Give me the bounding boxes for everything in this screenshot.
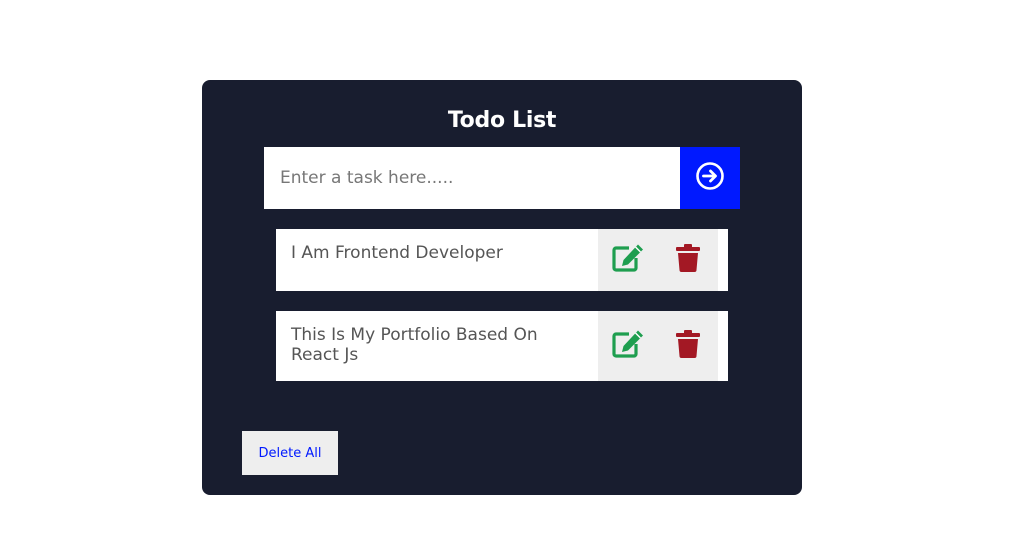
todo-card: Todo List I Am Frontend Developer xyxy=(202,80,802,495)
arrow-circle-right-icon xyxy=(695,161,725,196)
todo-item: I Am Frontend Developer xyxy=(276,229,728,291)
task-input[interactable] xyxy=(264,147,680,209)
trash-icon xyxy=(675,329,701,364)
add-task-button[interactable] xyxy=(680,147,740,209)
edit-button[interactable] xyxy=(608,240,648,280)
todo-text: This Is My Portfolio Based On React Js xyxy=(291,325,538,365)
edit-icon xyxy=(611,329,645,364)
delete-button[interactable] xyxy=(668,240,708,280)
task-input-row xyxy=(264,147,740,209)
delete-all-button[interactable]: Delete All xyxy=(242,431,338,475)
page-title: Todo List xyxy=(447,108,557,133)
edit-button[interactable] xyxy=(608,326,648,366)
todo-text: I Am Frontend Developer xyxy=(291,243,503,263)
todo-actions xyxy=(598,311,718,381)
delete-button[interactable] xyxy=(668,326,708,366)
trash-icon xyxy=(675,243,701,278)
todo-item: This Is My Portfolio Based On React Js xyxy=(276,311,728,381)
todo-actions xyxy=(598,229,718,291)
edit-icon xyxy=(611,243,645,278)
